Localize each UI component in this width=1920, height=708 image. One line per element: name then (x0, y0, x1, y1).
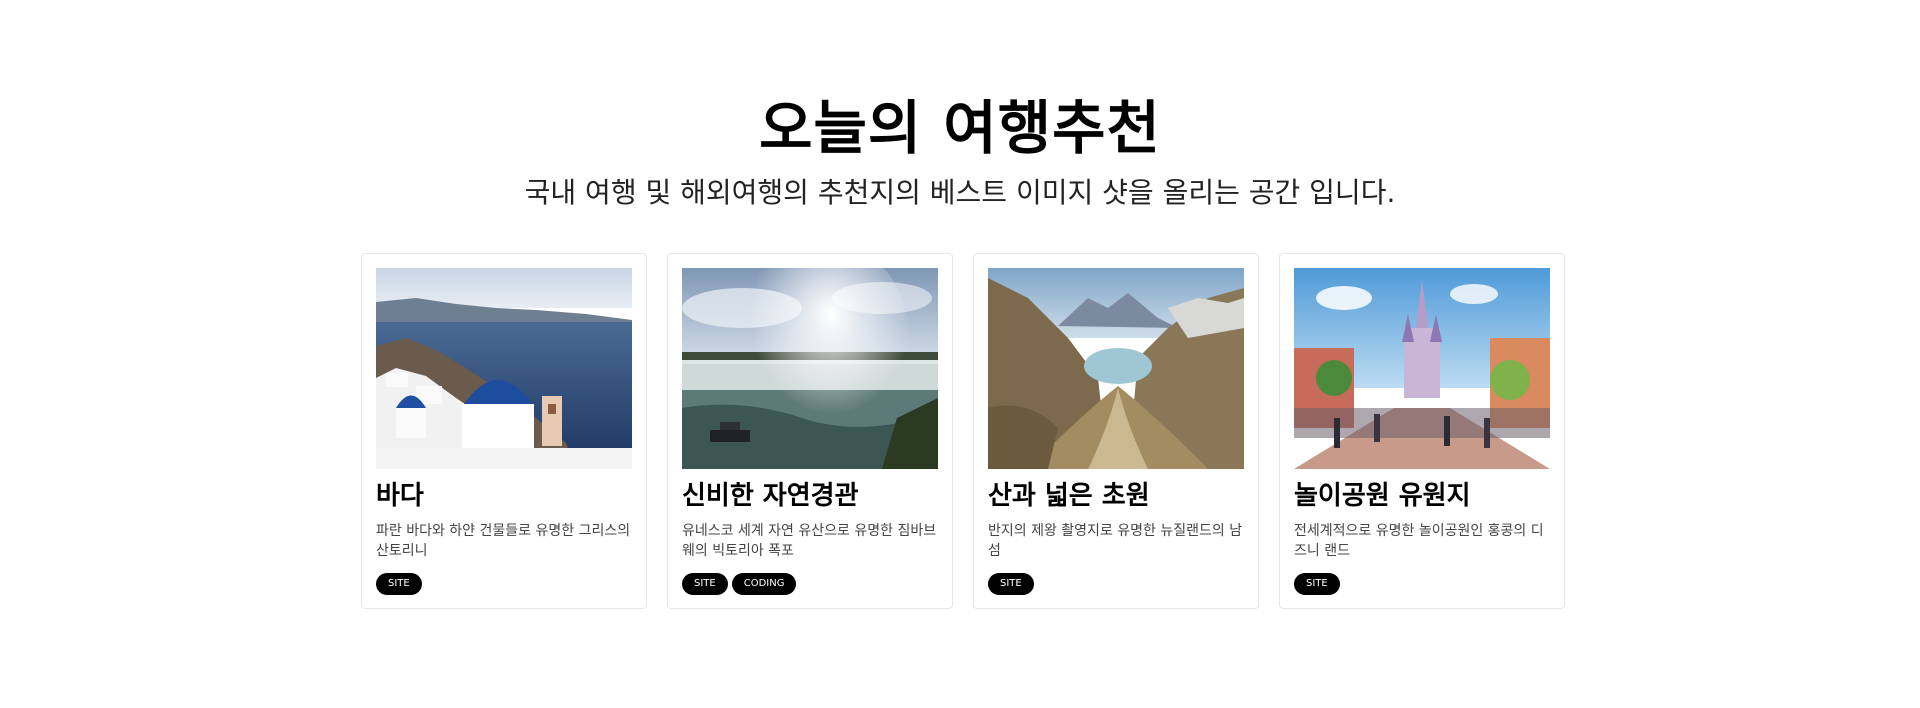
tag-site[interactable]: SITE (682, 573, 728, 595)
disneyland-image[interactable] (1294, 268, 1550, 469)
card-description: 전세계적으로 유명한 놀이공원인 홍콩의 디즈니 랜드 (1294, 523, 1544, 559)
tag-list: SITE (1294, 573, 1550, 595)
card-description: 유네스코 세계 자연 유산으로 유명한 짐바브웨의 빅토리아 폭포 (682, 523, 937, 559)
card-description: 파란 바다와 하얀 건물들로 유명한 그리스의 산토리니 (376, 523, 631, 559)
tag-site[interactable]: SITE (376, 573, 422, 595)
tag-site[interactable]: SITE (988, 573, 1034, 595)
tag-list: SITE (376, 573, 632, 595)
card-list: 바다 파란 바다와 하얀 건물들로 유명한 그리스의 산토리니 SITE 신비한… (361, 253, 1565, 609)
victoria-falls-image[interactable] (682, 268, 938, 469)
tag-list: SITE CODING (682, 573, 938, 595)
santorini-image[interactable] (376, 268, 632, 469)
card-title: 놀이공원 유원지 (1294, 481, 1471, 511)
tag-site[interactable]: SITE (1294, 573, 1340, 595)
card-title: 산과 넓은 초원 (988, 481, 1150, 511)
section-subtitle: 국내 여행 및 해외여행의 추천지의 베스트 이미지 샷을 올리는 공간 입니다… (524, 176, 1396, 209)
tag-coding[interactable]: CODING (731, 573, 797, 595)
new-zealand-image[interactable] (988, 268, 1244, 469)
recommendation-section: 오늘의 여행추천 국내 여행 및 해외여행의 추천지의 베스트 이미지 샷을 올… (0, 0, 1920, 708)
section-title: 오늘의 여행추천 (759, 94, 1161, 162)
card-santorini: 바다 파란 바다와 하얀 건물들로 유명한 그리스의 산토리니 SITE (361, 253, 647, 609)
card-title: 바다 (376, 481, 424, 511)
card-title: 신비한 자연경관 (682, 481, 859, 511)
card-disneyland: 놀이공원 유원지 전세계적으로 유명한 놀이공원인 홍콩의 디즈니 랜드 SIT… (1279, 253, 1565, 609)
card-new-zealand: 산과 넓은 초원 반지의 제왕 촬영지로 유명한 뉴질랜드의 남 섬 SITE (973, 253, 1259, 609)
card-description: 반지의 제왕 촬영지로 유명한 뉴질랜드의 남 섬 (988, 523, 1243, 559)
card-victoria-falls: 신비한 자연경관 유네스코 세계 자연 유산으로 유명한 짐바브웨의 빅토리아 … (667, 253, 953, 609)
tag-list: SITE (988, 573, 1244, 595)
